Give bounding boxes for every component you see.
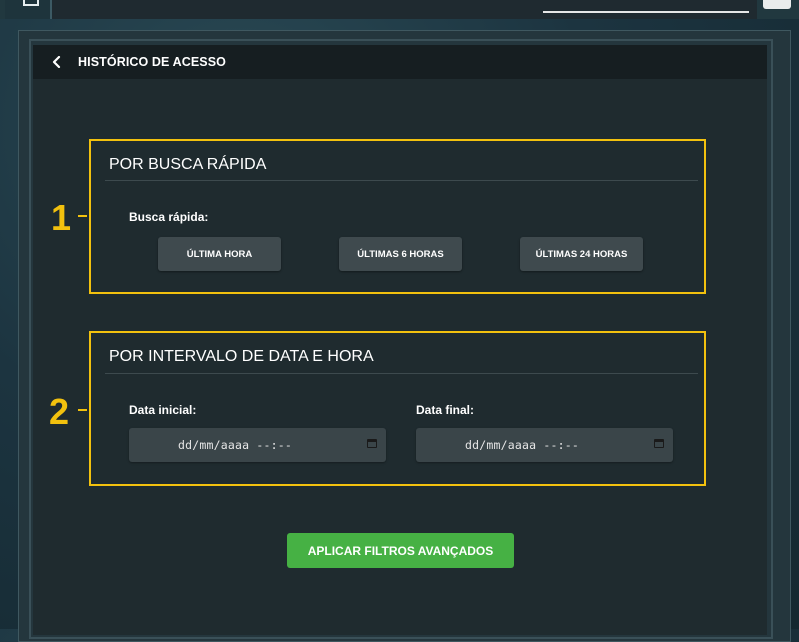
start-date-label: Data inicial: — [129, 403, 197, 417]
last-24-hours-button[interactable]: ÚLTIMAS 24 HORAS — [520, 237, 643, 271]
date-range-section: POR INTERVALO DE DATA E HORA Data inicia… — [89, 331, 706, 486]
last-6-hours-button[interactable]: ÚLTIMAS 6 HORAS — [339, 237, 462, 271]
panel-header: HISTÓRICO DE ACESSO — [33, 45, 767, 79]
home-button[interactable] — [5, 0, 52, 19]
top-bar — [0, 0, 799, 19]
step-marker-1: 1 — [51, 197, 72, 238]
date-range-title: POR INTERVALO DE DATA E HORA — [109, 348, 374, 365]
page-title: HISTÓRICO DE ACESSO — [78, 55, 226, 69]
step-marker-1-tick — [78, 215, 87, 217]
home-icon — [23, 0, 39, 6]
apply-advanced-filters-button[interactable]: APLICAR FILTROS AVANÇADOS — [287, 533, 514, 568]
calendar-icon[interactable] — [654, 439, 664, 448]
access-history-panel: HISTÓRICO DE ACESSO 1 POR BUSCA RÁPIDA B… — [33, 45, 767, 635]
quick-search-section: POR BUSCA RÁPIDA Busca rápida: ÚLTIMA HO… — [89, 139, 706, 294]
start-date-placeholder: dd/mm/aaaa --:-- — [178, 438, 292, 452]
calendar-icon[interactable] — [367, 439, 377, 448]
date-range-divider — [105, 373, 698, 374]
corner-button[interactable] — [763, 0, 791, 9]
last-hour-button[interactable]: ÚLTIMA HORA — [158, 237, 281, 271]
end-date-input[interactable]: dd/mm/aaaa --:-- — [416, 428, 673, 462]
top-strip — [52, 0, 757, 19]
start-date-input[interactable]: dd/mm/aaaa --:-- — [129, 428, 386, 462]
search-underline[interactable] — [543, 11, 749, 13]
end-date-label: Data final: — [416, 403, 475, 417]
step-marker-2-tick — [78, 409, 87, 411]
chevron-left-icon[interactable] — [51, 56, 63, 68]
step-marker-2: 2 — [49, 391, 70, 432]
quick-search-label: Busca rápida: — [129, 210, 209, 224]
quick-search-divider — [105, 180, 698, 181]
quick-search-title: POR BUSCA RÁPIDA — [109, 156, 267, 173]
end-date-placeholder: dd/mm/aaaa --:-- — [465, 438, 579, 452]
